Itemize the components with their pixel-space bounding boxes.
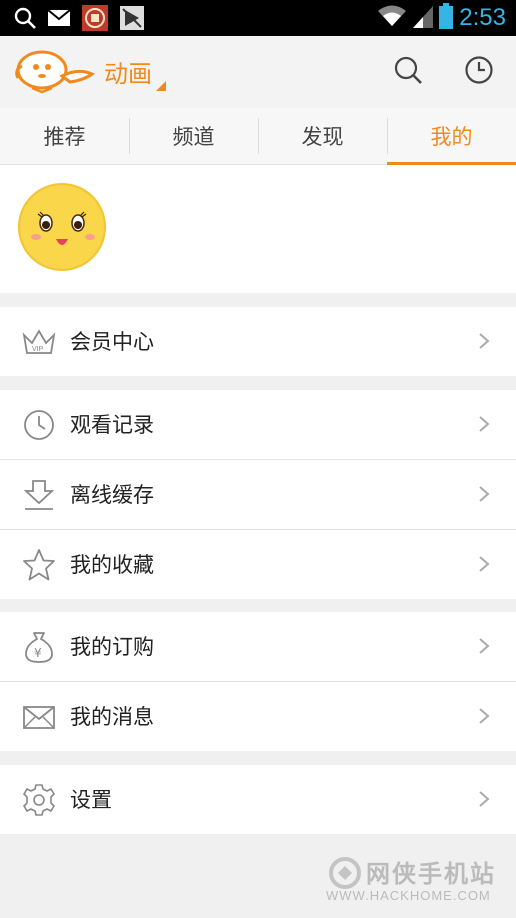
menu-label: 我的消息: [70, 705, 154, 729]
menu-label: 会员中心: [70, 330, 154, 354]
clock-icon: [22, 408, 56, 442]
chevron-right-icon: [474, 554, 494, 574]
svg-text:¥: ¥: [34, 646, 42, 660]
menu-item-vip-center[interactable]: VIP 会员中心: [0, 307, 516, 376]
menu-item-offline-cache[interactable]: 离线缓存: [0, 460, 516, 530]
money-bag-icon: ¥: [22, 630, 56, 664]
tab-channels[interactable]: 频道: [129, 108, 258, 164]
watermark-url: WWW.HACKHOME.COM: [326, 888, 491, 903]
app-notification-icon: [82, 5, 108, 35]
chevron-right-icon: [474, 484, 494, 504]
search-notification-icon: [14, 7, 36, 33]
chevron-right-icon: [474, 414, 494, 434]
app-logo[interactable]: [12, 48, 100, 100]
download-icon: [22, 478, 56, 512]
section-vip: VIP 会员中心: [0, 307, 516, 376]
menu-label: 我的订购: [70, 635, 154, 659]
app-bar: 动画: [0, 36, 516, 109]
menu-label: 观看记录: [70, 413, 154, 437]
menu-item-settings[interactable]: 设置: [0, 765, 516, 834]
avatar[interactable]: [18, 183, 106, 271]
chevron-right-icon: [474, 789, 494, 809]
crown-vip-icon: VIP: [22, 325, 56, 359]
title-dropdown-icon[interactable]: [156, 81, 166, 91]
tab-mine[interactable]: 我的: [387, 108, 516, 166]
gear-icon: [22, 783, 56, 817]
star-icon: [22, 548, 56, 582]
wifi-icon: [377, 4, 407, 32]
chevron-right-icon: [474, 331, 494, 351]
chevron-right-icon: [474, 636, 494, 656]
tab-discover[interactable]: 发现: [258, 108, 387, 164]
history-button[interactable]: [461, 54, 497, 90]
no-sim-notification-icon: [120, 6, 144, 34]
section-account: ¥ 我的订购 我的消息: [0, 612, 516, 751]
search-icon: [393, 55, 423, 89]
menu-item-messages[interactable]: 我的消息: [0, 682, 516, 751]
watermark-name: 网侠手机站: [366, 860, 496, 888]
section-content: 观看记录 离线缓存 我的收藏: [0, 390, 516, 599]
chevron-right-icon: [474, 706, 494, 726]
app-title[interactable]: 动画: [104, 54, 152, 89]
svg-text:VIP: VIP: [32, 346, 44, 353]
menu-label: 离线缓存: [70, 483, 154, 507]
section-settings: 设置: [0, 765, 516, 834]
profile-header: [0, 165, 516, 293]
menu-item-favorites[interactable]: 我的收藏: [0, 530, 516, 599]
battery-icon: [439, 3, 454, 33]
watermark: 网侠手机站 WWW.HACKHOME.COM: [326, 854, 506, 910]
menu-item-subscriptions[interactable]: ¥ 我的订购: [0, 612, 516, 682]
tab-bar: 推荐 频道 发现 我的: [0, 108, 516, 166]
tab-recommend[interactable]: 推荐: [0, 108, 129, 164]
signal-icon: [413, 4, 434, 32]
envelope-icon: [22, 700, 56, 734]
search-button[interactable]: [390, 54, 426, 90]
menu-label: 我的收藏: [70, 553, 154, 577]
status-bar: 2:53: [0, 0, 516, 36]
menu-label: 设置: [70, 788, 112, 812]
clock-icon: [464, 55, 494, 89]
menu-item-watch-history[interactable]: 观看记录: [0, 390, 516, 460]
status-time: 2:53: [459, 4, 506, 31]
mail-notification-icon: [47, 9, 71, 30]
